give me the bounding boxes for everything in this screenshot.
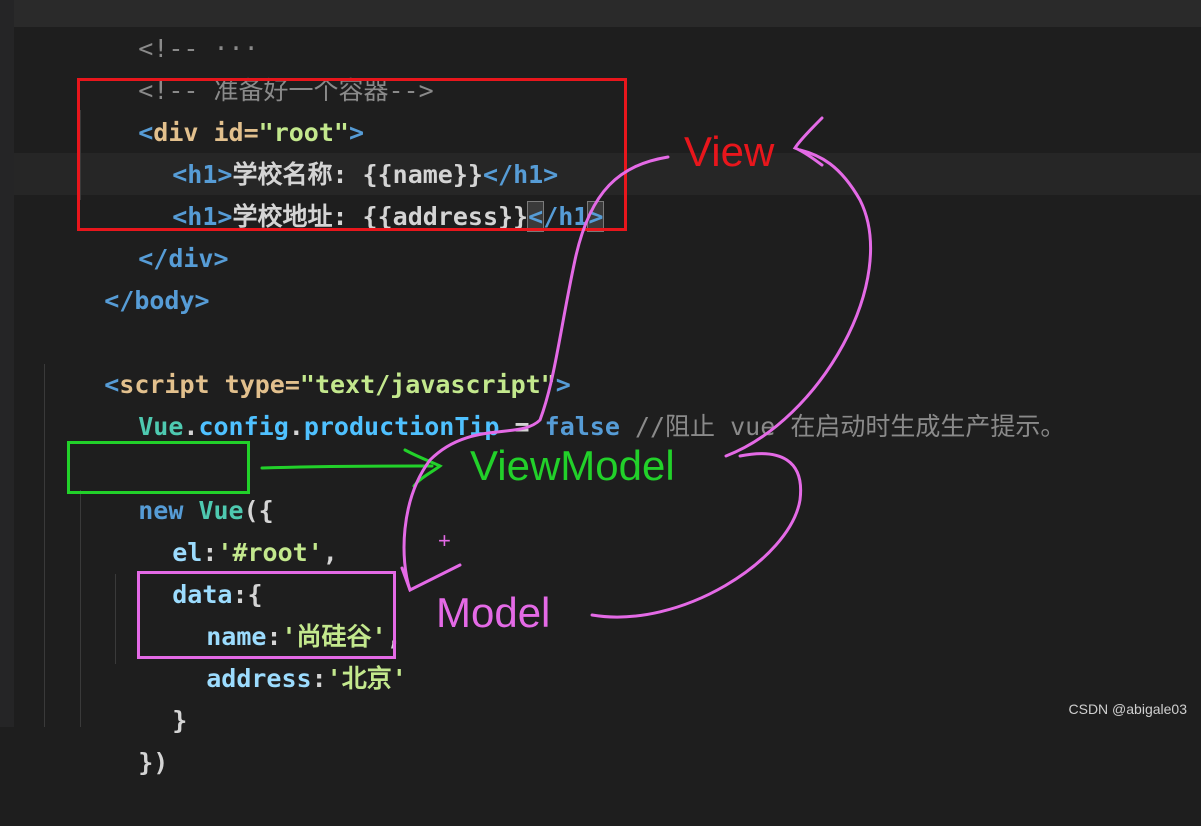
plus-mark: + xyxy=(438,528,451,553)
viewmodel-label: ViewModel xyxy=(470,442,675,489)
arrow-view-to-model xyxy=(402,155,670,592)
arrow-viewmodel-to-view xyxy=(724,148,872,458)
annotation-arrows xyxy=(260,116,872,619)
watermark: CSDN @abigale03 xyxy=(1068,701,1188,717)
model-label: Model xyxy=(436,589,551,636)
arrow-viewmodel xyxy=(260,448,443,488)
close-brace-paren: }) xyxy=(138,748,169,777)
arrowhead-model-box xyxy=(400,563,462,593)
view-label: View xyxy=(684,128,775,175)
